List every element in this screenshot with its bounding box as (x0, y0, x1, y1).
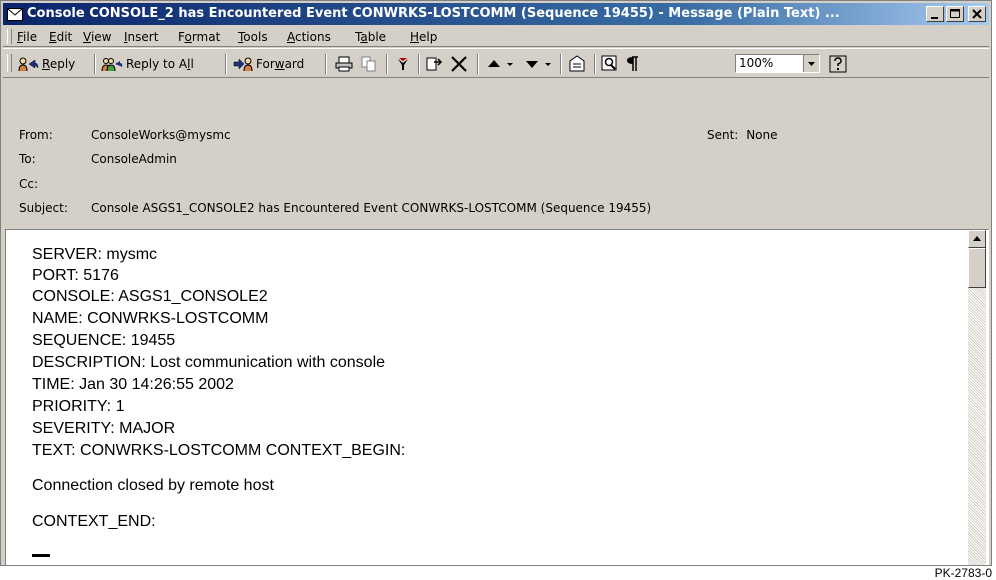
toolbar-separator (94, 54, 96, 74)
sent-row: Sent: None (707, 128, 778, 142)
title-bar[interactable]: Console CONSOLE_2 has Encountered Event … (3, 3, 989, 25)
toolbar-separator (560, 54, 562, 74)
address-book-icon (569, 55, 585, 72)
menu-help[interactable]: Help (410, 30, 437, 44)
figure-caption: PK-2783-0 (934, 566, 992, 580)
paragraph-icon (627, 56, 638, 71)
scroll-up-button[interactable] (968, 230, 986, 248)
zoom-dropdown-arrow[interactable] (803, 55, 819, 72)
menu-actions[interactable]: Actions (287, 30, 331, 44)
find-icon (601, 55, 617, 71)
find-button[interactable] (601, 53, 619, 75)
vertical-scrollbar[interactable] (968, 230, 986, 565)
subject-label: Subject: (19, 201, 68, 215)
menu-file[interactable]: File (17, 30, 37, 44)
body-line: PORT: 5176 (32, 267, 119, 284)
envelope-icon (7, 7, 23, 21)
next-item-icon (526, 61, 551, 68)
delete-button[interactable] (450, 53, 468, 75)
chevron-down-icon (808, 62, 815, 66)
to-label: To: (19, 152, 36, 166)
scroll-thumb[interactable] (968, 248, 986, 288)
menu-insert[interactable]: Insert (124, 30, 158, 44)
window-title: Console CONSOLE_2 has Encountered Event … (27, 6, 840, 21)
flag-button[interactable] (395, 53, 411, 75)
message-body[interactable]: SERVER: mysmc PORT: 5176 CONSOLE: ASGS1_… (5, 229, 989, 565)
text-cursor (32, 554, 50, 557)
minimize-icon (931, 17, 938, 19)
menu-grip[interactable] (7, 29, 12, 44)
zoom-value: 100% (739, 56, 774, 70)
message-header: From: ConsoleWorks@mysmc Sent: None To: … (3, 79, 989, 227)
reply-button[interactable]: Reply (17, 53, 75, 75)
menu-format[interactable]: Format (178, 30, 220, 44)
menu-tools[interactable]: Tools (238, 30, 268, 44)
copy-button[interactable] (360, 53, 378, 75)
body-line: TIME: Jan 30 14:26:55 2002 (32, 376, 234, 393)
body-line: NAME: CONWRKS-LOSTCOMM (32, 310, 269, 327)
show-formatting-button[interactable] (626, 53, 640, 75)
menu-edit[interactable]: Edit (49, 30, 72, 44)
toolbar-separator (386, 54, 388, 74)
message-window: Console CONSOLE_2 has Encountered Event … (0, 0, 992, 566)
body-line: SEQUENCE: 19455 (32, 332, 176, 349)
body-end-line: CONTEXT_END: (32, 513, 156, 530)
zoom-select[interactable]: 100% (735, 54, 820, 73)
previous-item-button[interactable] (485, 53, 517, 75)
minimize-button[interactable] (926, 6, 944, 22)
toolbar-separator (225, 54, 227, 74)
maximize-icon (950, 9, 960, 18)
help-button[interactable] (829, 53, 847, 75)
toolbar-separator (477, 54, 479, 74)
toolbar-separator (594, 54, 596, 74)
print-button[interactable] (335, 53, 353, 75)
menu-table[interactable]: Table (355, 30, 386, 44)
move-icon (426, 57, 443, 71)
delete-icon (451, 56, 467, 72)
next-item-button[interactable] (523, 53, 555, 75)
toolbar-separator (325, 54, 327, 74)
menu-bar: File Edit View Insert Format Tools Actio… (3, 27, 989, 47)
forward-icon (233, 57, 253, 72)
arrow-up-icon (973, 236, 981, 241)
previous-item-icon (488, 60, 513, 67)
body-line: SEVERITY: MAJOR (32, 420, 176, 437)
print-icon (335, 56, 353, 72)
sent-label: Sent: (707, 128, 739, 142)
standard-toolbar: Reply Reply to All Forward 100% (3, 48, 989, 78)
reply-icon (18, 57, 39, 72)
close-icon (972, 9, 982, 19)
flag-icon (398, 58, 408, 70)
body-line: TEXT: CONWRKS-LOSTCOMM CONTEXT_BEGIN: (32, 442, 406, 459)
body-line: PRIORITY: 1 (32, 398, 125, 415)
copy-icon (361, 56, 376, 72)
window-controls (926, 6, 986, 22)
body-line: CONSOLE: ASGS1_CONSOLE2 (32, 288, 268, 305)
toolbar-separator (418, 54, 420, 74)
from-value[interactable]: ConsoleWorks@mysmc (91, 128, 231, 142)
close-button[interactable] (968, 6, 986, 22)
body-line: DESCRIPTION: Lost communication with con… (32, 354, 386, 371)
sent-value: None (746, 128, 778, 142)
from-label: From: (19, 128, 53, 142)
cc-label: Cc: (19, 177, 39, 191)
body-message-line: Connection closed by remote host (32, 477, 274, 494)
help-icon (829, 55, 847, 73)
toolbar-grip[interactable] (7, 54, 12, 72)
body-line: SERVER: mysmc (32, 246, 158, 263)
maximize-button[interactable] (946, 6, 964, 22)
reply-to-all-button[interactable]: Reply to All (101, 53, 194, 75)
address-book-button[interactable] (567, 53, 587, 75)
forward-button[interactable]: Forward (233, 53, 304, 75)
reply-all-icon (101, 58, 123, 72)
move-to-folder-button[interactable] (425, 53, 443, 75)
subject-value: Console ASGS1_CONSOLE2 has Encountered E… (91, 201, 652, 215)
menu-view[interactable]: View (83, 30, 111, 44)
to-value[interactable]: ConsoleAdmin (91, 152, 177, 166)
